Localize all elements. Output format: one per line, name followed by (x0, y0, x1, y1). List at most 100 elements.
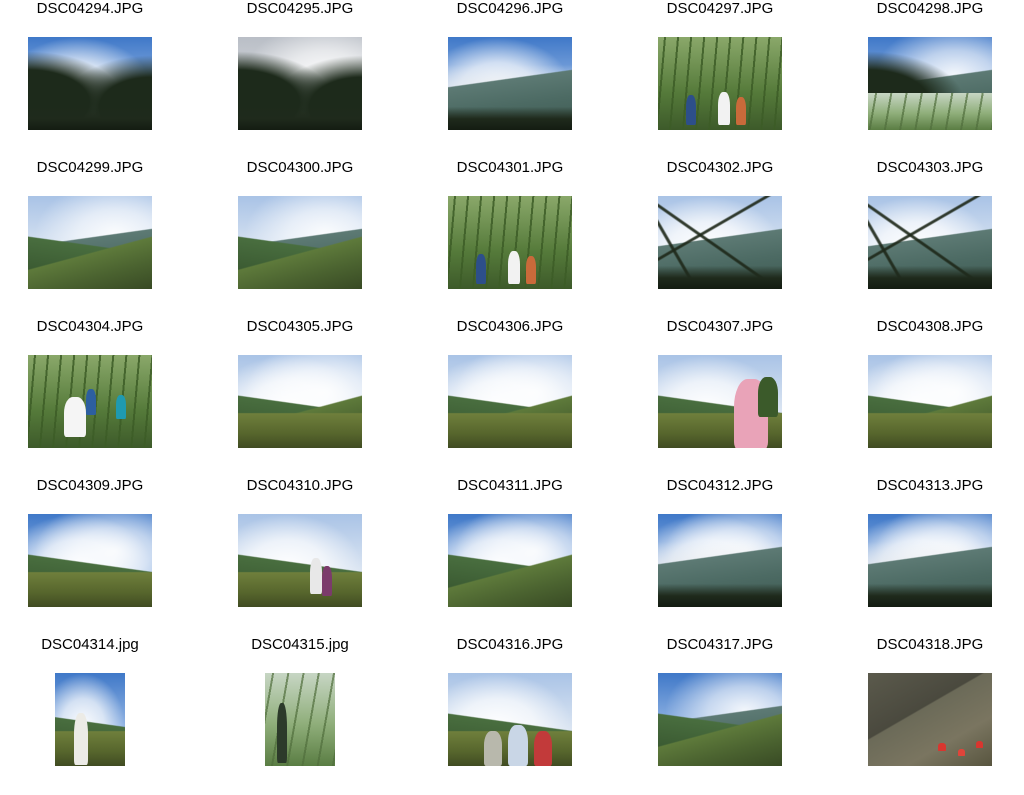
thumbnail-cell: DSC04296.JPG (420, 0, 630, 159)
thumbnail-filename[interactable]: DSC04301.JPG (420, 159, 600, 177)
person-figure (116, 395, 126, 419)
thumbnail-cell: DSC04306.JPG (420, 318, 630, 477)
thumbnail-image[interactable] (868, 514, 992, 607)
thumbnail-filename[interactable]: DSC04300.JPG (210, 159, 390, 177)
flower-shape (958, 749, 965, 756)
thumbnail-filename[interactable]: DSC04316.JPG (420, 636, 600, 654)
photo-layer (658, 514, 782, 607)
photo-layer (238, 37, 362, 130)
photo-layer (448, 355, 572, 448)
thumbnail-filename[interactable]: DSC04296.JPG (420, 0, 600, 18)
thumbnail-image[interactable] (448, 196, 572, 289)
photo-layer (265, 673, 335, 766)
thumbnail-filename[interactable]: DSC04315.jpg (210, 636, 390, 654)
thumbnail-cell: DSC04301.JPG (420, 159, 630, 318)
thumbnail-image[interactable] (238, 37, 362, 130)
thumbnail-filename[interactable]: DSC04299.JPG (0, 159, 180, 177)
person-figure (758, 377, 778, 417)
thumbnail-grid: DSC04294.JPG DSC04295.JPG DSC04296.JPG DSC0… (0, 0, 1024, 768)
photo-layer (238, 196, 362, 289)
person-figure (74, 713, 88, 765)
thumbnail-image[interactable] (868, 673, 992, 766)
thumbnail-image[interactable] (868, 37, 992, 130)
person-figure (64, 397, 86, 437)
photo-layer (28, 514, 152, 607)
thumbnail-image[interactable] (238, 196, 362, 289)
thumbnail-filename[interactable]: DSC04313.JPG (840, 477, 1020, 495)
thumbnail-cell: DSC04310.JPG (210, 477, 420, 636)
thumbnail-image[interactable] (238, 355, 362, 448)
thumbnail-filename[interactable]: DSC04304.JPG (0, 318, 180, 336)
thumbnail-image[interactable] (28, 355, 152, 448)
thumbnail-filename[interactable]: DSC04308.JPG (840, 318, 1020, 336)
thumbnail-image[interactable] (448, 355, 572, 448)
person-figure (86, 389, 96, 415)
person-figure (508, 725, 528, 766)
person-figure (686, 95, 696, 125)
thumbnail-filename[interactable]: DSC04318.JPG (840, 636, 1020, 654)
thumbnail-image[interactable] (448, 37, 572, 130)
photo-layer (868, 673, 992, 766)
thumbnail-image[interactable] (868, 196, 992, 289)
thumbnail-filename[interactable]: DSC04314.jpg (0, 636, 180, 654)
thumbnail-image[interactable] (448, 673, 572, 766)
thumbnail-image[interactable] (28, 37, 152, 130)
thumbnail-filename[interactable]: DSC04305.JPG (210, 318, 390, 336)
thumbnail-cell: DSC04313.JPG (840, 477, 1024, 636)
person-figure (508, 251, 520, 284)
photo-layer (868, 514, 992, 607)
thumbnail-filename[interactable]: DSC04295.JPG (210, 0, 390, 18)
thumbnail-cell: DSC04295.JPG (210, 0, 420, 159)
flower-shape (976, 741, 983, 748)
photo-layer (28, 37, 152, 130)
thumbnail-cell: DSC04311.JPG (420, 477, 630, 636)
person-figure (736, 97, 746, 125)
thumbnail-cell: DSC04314.jpg (0, 636, 210, 795)
thumbnail-filename[interactable]: DSC04298.JPG (840, 0, 1020, 18)
photo-layer (238, 514, 362, 607)
thumbnail-filename[interactable]: DSC04312.JPG (630, 477, 810, 495)
thumbnail-filename[interactable]: DSC04317.JPG (630, 636, 810, 654)
thumbnail-image[interactable] (658, 673, 782, 766)
thumbnail-image[interactable] (448, 514, 572, 607)
thumbnail-image[interactable] (238, 514, 362, 607)
thumbnail-filename[interactable]: DSC04302.JPG (630, 159, 810, 177)
thumbnail-filename[interactable]: DSC04309.JPG (0, 477, 180, 495)
photo-layer (238, 355, 362, 448)
thumbnail-cell: DSC04299.JPG (0, 159, 210, 318)
thumbnail-image[interactable] (658, 514, 782, 607)
thumbnail-image[interactable] (658, 355, 782, 448)
person-figure (534, 731, 552, 766)
photo-layer (868, 196, 992, 289)
thumbnail-cell: DSC04315.jpg (210, 636, 420, 795)
person-figure (476, 254, 486, 284)
thumbnail-image[interactable] (868, 355, 992, 448)
thumbnail-filename[interactable]: DSC04311.JPG (420, 477, 600, 495)
thumbnail-cell: DSC04302.JPG (630, 159, 840, 318)
thumbnail-filename[interactable]: DSC04303.JPG (840, 159, 1020, 177)
thumbnail-filename[interactable]: DSC04307.JPG (630, 318, 810, 336)
thumbnail-image[interactable] (658, 196, 782, 289)
thumbnail-filename[interactable]: DSC04306.JPG (420, 318, 600, 336)
thumbnail-filename[interactable]: DSC04297.JPG (630, 0, 810, 18)
photo-layer (28, 196, 152, 289)
photo-layer (55, 673, 125, 766)
photo-layer (658, 673, 782, 766)
thumbnail-cell: DSC04318.JPG (840, 636, 1024, 795)
person-figure (310, 558, 322, 594)
thumbnail-image[interactable] (55, 673, 125, 766)
person-figure (526, 256, 536, 284)
thumbnail-cell: DSC04317.JPG (630, 636, 840, 795)
thumbnail-image[interactable] (658, 37, 782, 130)
person-figure (484, 731, 502, 766)
photo-layer (658, 196, 782, 289)
thumbnail-cell: DSC04294.JPG (0, 0, 210, 159)
thumbnail-cell: DSC04308.JPG (840, 318, 1024, 477)
thumbnail-image[interactable] (28, 514, 152, 607)
thumbnail-image[interactable] (28, 196, 152, 289)
photo-layer (448, 514, 572, 607)
thumbnail-filename[interactable]: DSC04294.JPG (0, 0, 180, 18)
thumbnail-image[interactable] (265, 673, 335, 766)
thumbnail-cell: DSC04309.JPG (0, 477, 210, 636)
thumbnail-filename[interactable]: DSC04310.JPG (210, 477, 390, 495)
